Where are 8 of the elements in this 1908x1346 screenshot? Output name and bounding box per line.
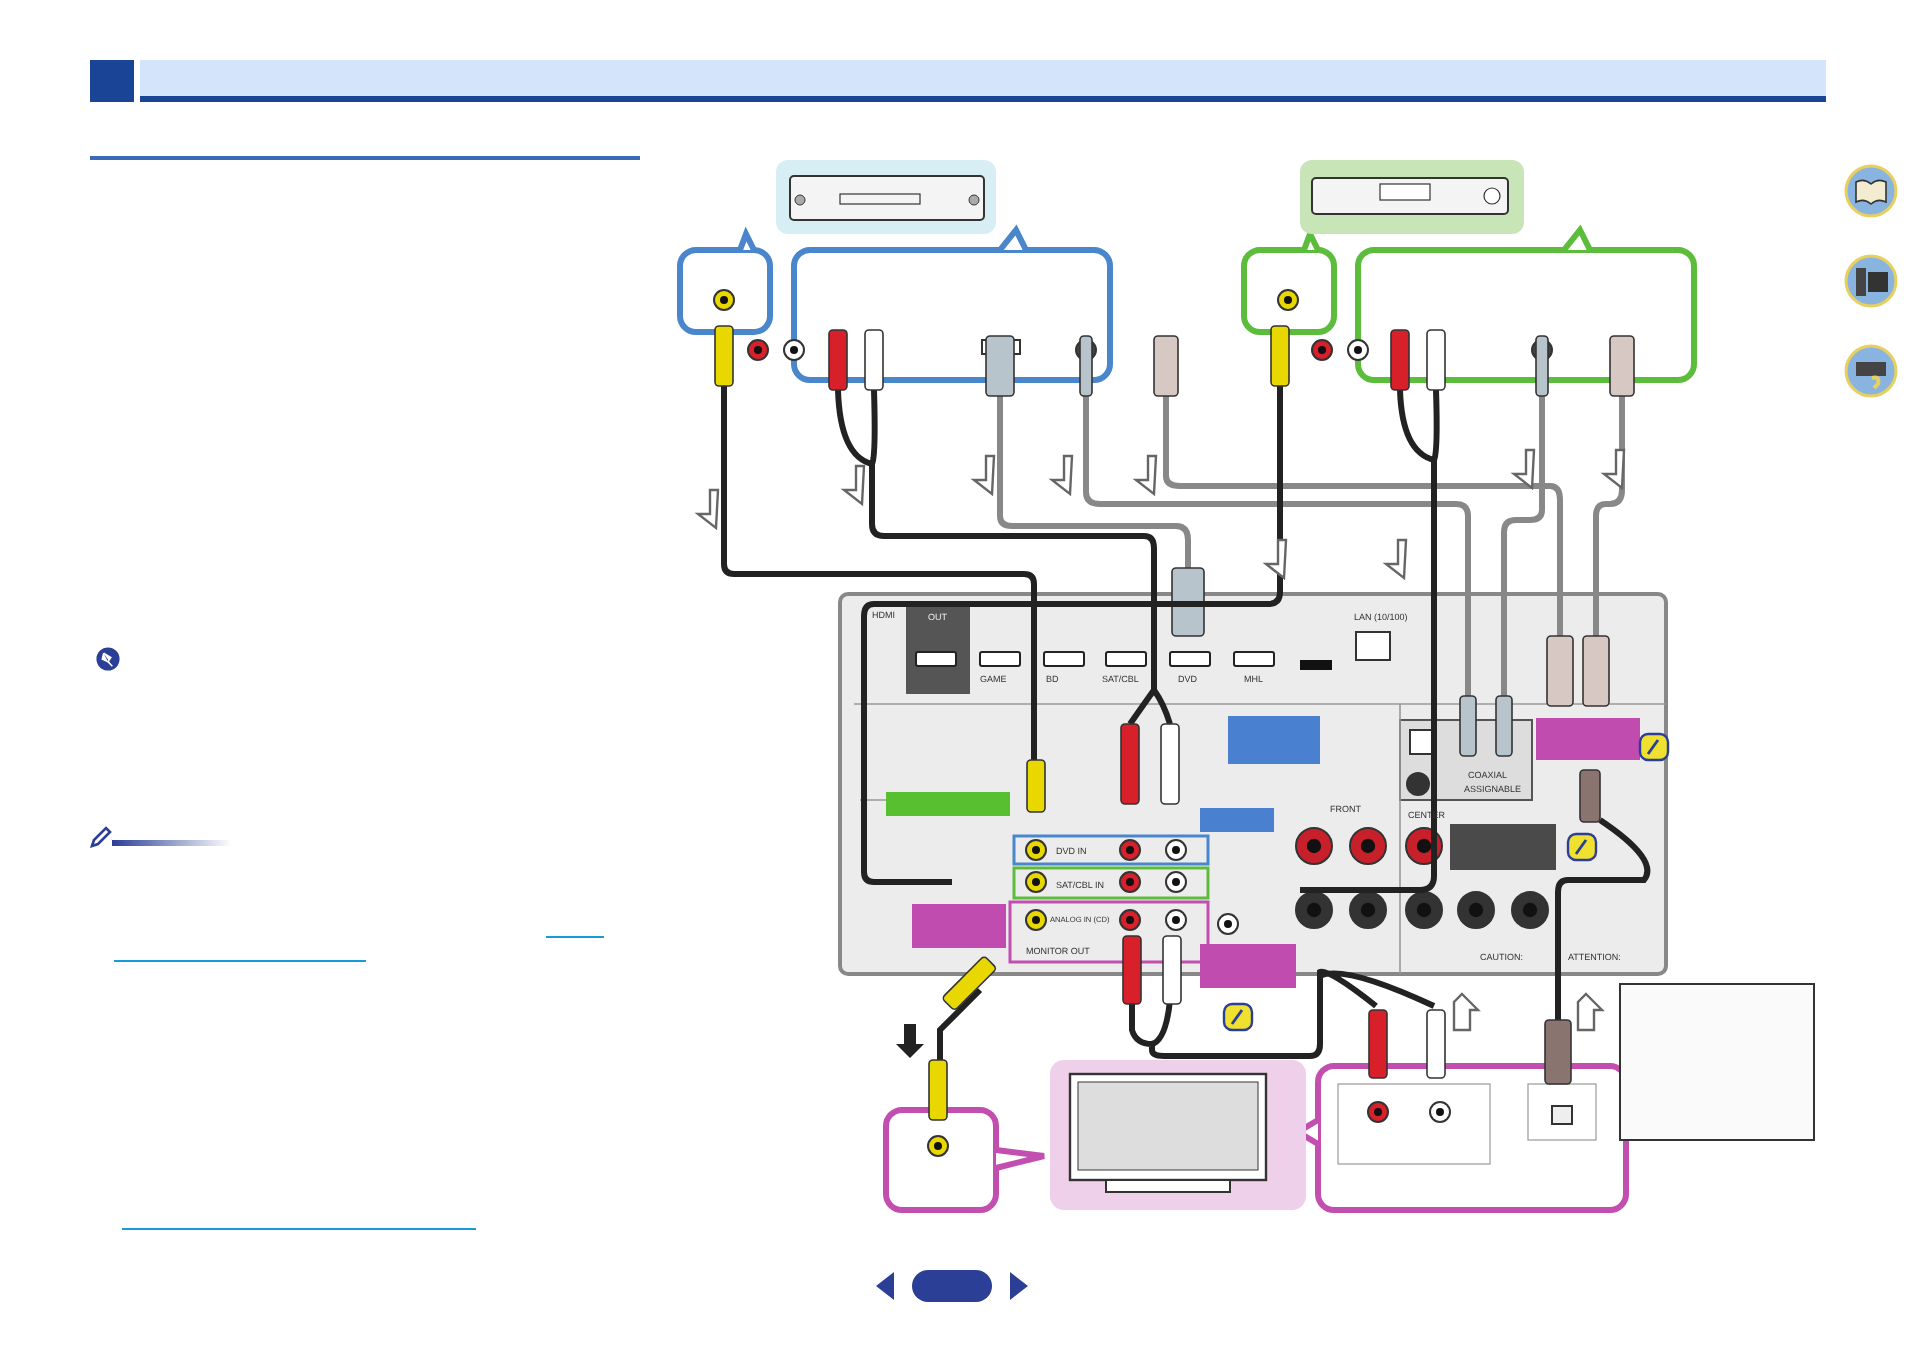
- devices-icon[interactable]: [1844, 254, 1898, 308]
- page-button[interactable]: [912, 1270, 992, 1302]
- next-page-icon[interactable]: [1008, 1270, 1030, 1302]
- chapter-marker: [90, 60, 134, 102]
- previous-page-icon[interactable]: [874, 1270, 896, 1302]
- help-icon[interactable]: [1844, 344, 1898, 398]
- pencil-icon: [90, 826, 112, 848]
- book-icon[interactable]: [1844, 164, 1898, 218]
